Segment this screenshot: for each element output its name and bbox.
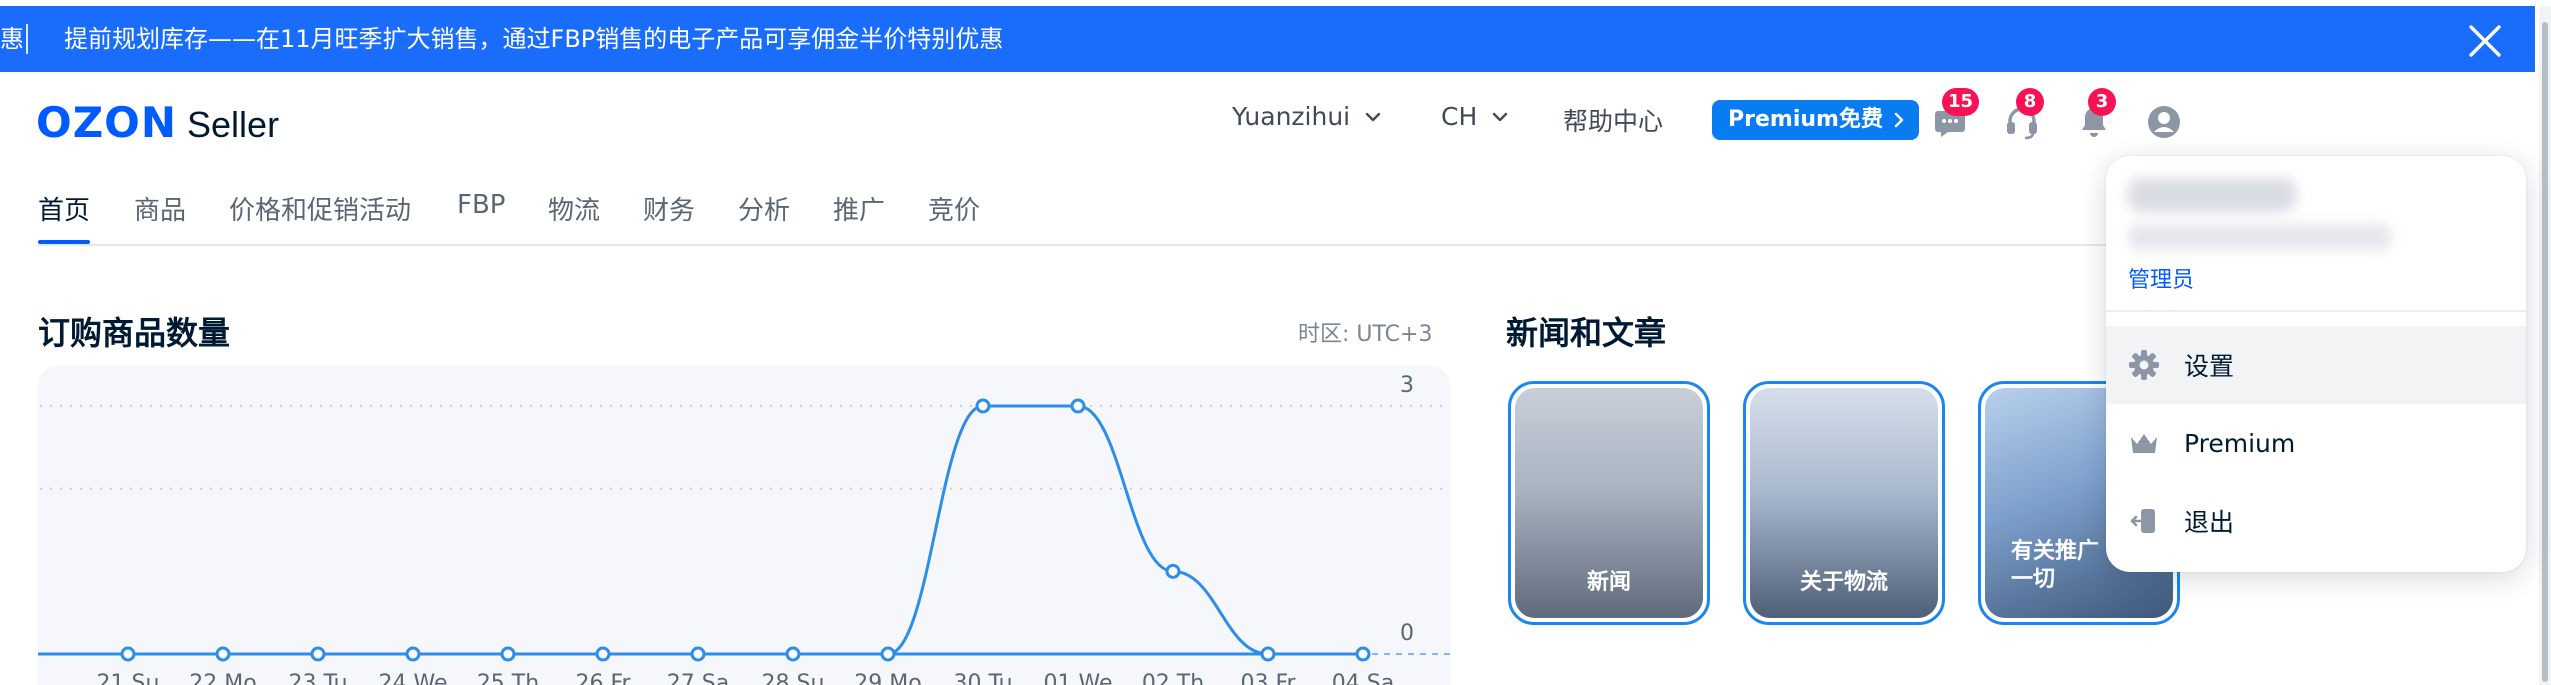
chart-point — [215, 646, 231, 662]
y-tick-label: 0 — [1400, 621, 1414, 646]
y-tick-label: 3 — [1400, 373, 1414, 398]
chart-point — [1070, 398, 1086, 414]
user-avatar-icon — [2148, 106, 2180, 138]
chart-point — [690, 646, 706, 662]
close-icon[interactable] — [2468, 24, 2502, 58]
x-tick-label: 01 We — [1044, 671, 1113, 685]
x-tick-label: 30 Tu — [953, 671, 1012, 685]
news-card-logistics[interactable]: 关于物流 — [1743, 381, 1945, 625]
x-tick-label: 21 Su — [97, 671, 160, 685]
chart-point — [785, 646, 801, 662]
help-label: 帮助中心 — [1563, 107, 1664, 136]
premium-button-label: Premium免费 — [1728, 107, 1883, 132]
x-tick-label: 02 Th — [1142, 671, 1204, 685]
menu-item-premium[interactable]: Premium — [2106, 404, 2526, 482]
chevron-right-icon — [1894, 112, 1904, 128]
chat-button[interactable]: 15 — [1932, 88, 1980, 140]
chart-point — [595, 646, 611, 662]
premium-free-button[interactable]: Premium免费 — [1712, 100, 1919, 140]
scrollbar-thumb[interactable] — [2542, 22, 2548, 682]
support-button[interactable]: 8 — [2004, 88, 2044, 140]
x-tick-label: 23 Tu — [288, 671, 347, 685]
x-tick-label: 24 We — [379, 671, 448, 685]
dropdown-divider — [2106, 310, 2526, 312]
x-tick-label: 26 Fr — [575, 671, 631, 685]
chart-point — [310, 646, 326, 662]
chart-point — [120, 646, 136, 662]
support-badge: 8 — [2016, 88, 2044, 116]
x-tick-label: 04 Sa — [1332, 671, 1394, 685]
news-card-label: 新闻 — [1586, 570, 1631, 595]
news-card-label: 关于物流 — [1799, 570, 1888, 595]
account-dropdown: 管理员 设置 Premium 退出 — [2106, 156, 2526, 572]
chart-point — [1355, 646, 1371, 662]
news-title: 新闻和文章 — [1506, 314, 1667, 352]
menu-item-label: 退出 — [2184, 508, 2235, 537]
menu-item-settings[interactable]: 设置 — [2106, 326, 2526, 404]
chart-point — [1165, 563, 1181, 579]
orders-line-chart: 0 3 21 Su 22 Mo 23 Tu 24 We 25 Th 26 Fr 27 Sa 28 … — [38, 373, 1450, 685]
notifications-badge: 3 — [2088, 88, 2116, 116]
chart-point — [405, 646, 421, 662]
page-scrollbar[interactable] — [2539, 6, 2551, 685]
account-email-redacted — [2128, 224, 2392, 250]
news-card-news[interactable]: 新闻 — [1508, 381, 1710, 625]
menu-item-label: Premium — [2184, 428, 2296, 458]
help-center-link[interactable]: 帮助中心 — [1563, 102, 1663, 138]
x-tick-label: 22 Mo — [189, 671, 256, 685]
gear-icon — [2129, 350, 2159, 380]
chart-point — [1260, 646, 1276, 662]
x-tick-label: 27 Sa — [667, 671, 729, 685]
menu-item-logout[interactable]: 退出 — [2106, 482, 2526, 560]
account-name-redacted — [2128, 178, 2296, 212]
chart-series-line — [128, 404, 1363, 656]
chat-badge: 15 — [1942, 88, 1980, 116]
chart-point — [975, 398, 991, 414]
account-button[interactable] — [2146, 104, 2182, 140]
x-tick-label: 28 Su — [762, 671, 825, 685]
chevron-down-icon — [1493, 112, 1508, 121]
menu-item-label: 设置 — [2184, 352, 2235, 381]
x-tick-label: 03 Fr — [1240, 671, 1296, 685]
chart-point — [880, 646, 896, 662]
x-tick-label: 25 Th — [477, 671, 539, 685]
account-role[interactable]: 管理员 — [2128, 262, 2194, 294]
x-tick-label: 29 Mo — [854, 671, 921, 685]
logout-icon — [2130, 509, 2155, 533]
notifications-button[interactable]: 3 — [2076, 88, 2116, 140]
crown-icon — [2131, 434, 2157, 453]
chart-point — [500, 646, 516, 662]
